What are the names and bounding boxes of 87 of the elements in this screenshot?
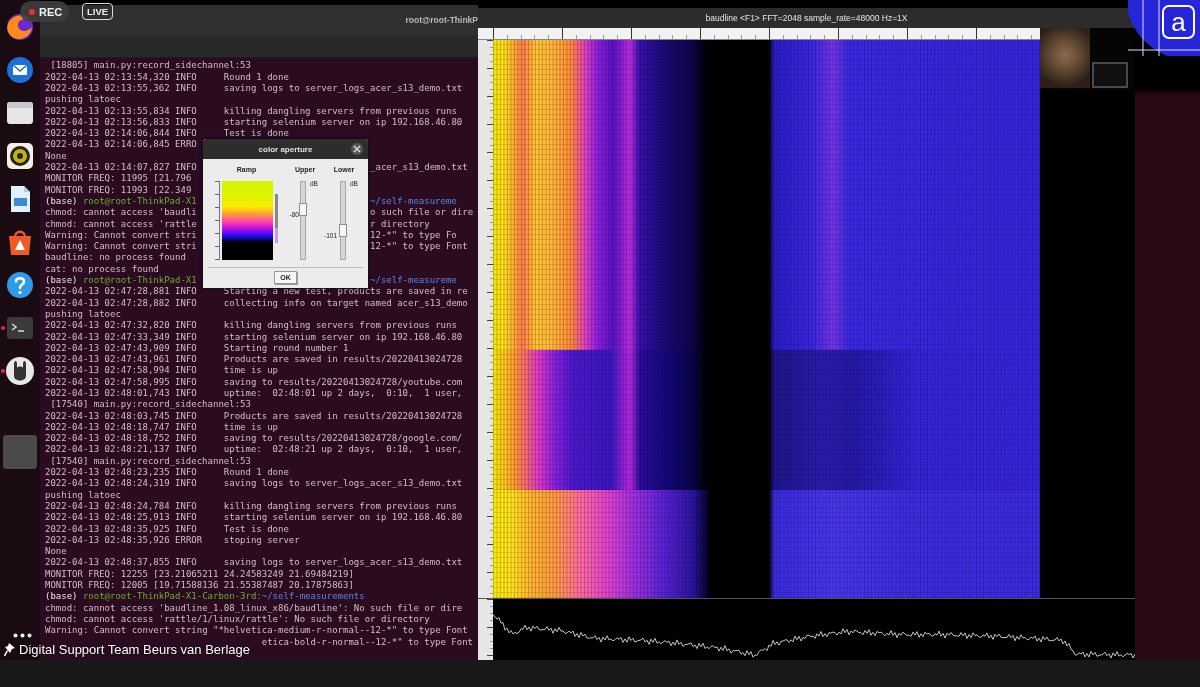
close-button[interactable] <box>351 143 363 155</box>
level-ruler <box>478 599 493 660</box>
terminal-line: 2022-04-13 02:14:06,845 ERRO <box>45 139 197 151</box>
logo: a <box>1128 0 1200 56</box>
terminal-line: 2022-04-13 02:48:37,855 INFO saving logs to server_logs_acer_s13_demo.txt <box>45 557 463 569</box>
more-icon[interactable] <box>13 633 32 638</box>
terminal-line: 2022-04-13 02:48:35,925 INFO Test is done <box>45 523 289 535</box>
terminal-line: 2022-04-13 02:14:07,827 INFO <box>45 162 197 174</box>
terminal-line: 2022-04-13 02:47:28,882 INFO collecting info on target named acer_s13_demo <box>45 297 468 309</box>
speaker-icon[interactable] <box>5 141 35 171</box>
emblem-icon[interactable] <box>5 356 35 386</box>
terminal-line: 2022-04-13 02:47:28,881 INFO Starting a new test, products are saved in re <box>45 286 468 298</box>
prompt-path: ~/self-measureme <box>370 195 457 208</box>
terminal-line: pushing latoec <box>45 94 121 106</box>
range-bar <box>275 194 278 243</box>
slider-track[interactable] <box>340 181 346 260</box>
terminal-line: 2022-04-13 02:13:56,833 INFO starting selenium server on ip 192.168.46.80 <box>45 116 463 129</box>
terminal-line: 2022-04-13 02:47:58,995 INFO saving to results/20220413024728/youtube.com <box>45 376 463 388</box>
terminal-line: 2022-04-13 02:48:25,913 INFO starting selenium server on ip 192.168.46.80 <box>45 512 463 524</box>
terminal-line: chmod: cannot access 'baudli <box>45 207 197 219</box>
terminal-line: 2022-04-13 02:48:18,752 INFO saving to results/20220413024728/google.com/ <box>45 433 463 445</box>
prompt-path: ~/self-measurements <box>261 591 365 603</box>
terminal-line: Warning: Cannot convert string "*helvetica-medium-r-normal--12-*" to type Font <box>45 625 468 637</box>
terminal-line: 2022-04-13 02:48:03,745 INFO Products are saved in results/20220413024728 <box>45 410 463 422</box>
terminal-line: 2022-04-13 02:47:43,961 INFO Products are saved in results/20220413024728 <box>45 354 463 366</box>
envelope-icon[interactable] <box>5 55 35 85</box>
terminal-line: pushing latoec <box>45 308 121 321</box>
photo-placeholder <box>1040 28 1090 88</box>
terminal-line: Warning: Cannot convert stri <box>45 229 197 242</box>
rec-label: REC <box>39 5 63 18</box>
terminal-line: chmod: cannot access 'baudline_1.08_linux_x86/baudline': No such file or dire <box>45 602 463 614</box>
slider-thumb[interactable] <box>339 224 347 237</box>
prompt-path: ~/self-measureme <box>370 275 457 287</box>
terminal-line: 2022-04-13 02:14:06,844 INFO Test is done <box>45 128 289 140</box>
window-title: root@root-ThinkP <box>405 15 478 25</box>
terminal-line: chmod: cannot access 'rattle <box>45 218 197 230</box>
terminal-line: 2022-04-13 02:47:33,349 INFO starting selenium server on ip 192.168.46.80 <box>45 331 463 343</box>
terminal-line: _acer_s13_demo.txt <box>370 162 468 174</box>
terminal-line: None <box>45 546 67 558</box>
pin-icon <box>4 642 17 657</box>
terminal-line: [17540] main.py:record_sidechannel:53 <box>50 455 251 468</box>
record-dot-icon <box>29 8 35 15</box>
terminal-line: 2022-04-13 02:48:01,743 INFO uptime: 02:48:01 up 2 days, 0:10, 1 user, <box>45 388 463 400</box>
terminal-line: 2022-04-13 02:13:55,362 INFO saving logs to server_logs_acer_s13_demo.txt <box>45 83 463 95</box>
terminal-line: None <box>45 150 67 163</box>
prompt-host: root@root-ThinkPad-X1 <box>82 275 197 287</box>
prompt-env: (base) <box>45 591 78 603</box>
blank-tile-icon[interactable] <box>3 435 37 469</box>
dialog-title: color aperture <box>258 144 313 154</box>
terminal-line: 2022-04-13 02:48:35,926 ERROR stoping server <box>45 534 300 547</box>
terminal-line: 2022-04-13 02:13:55,834 INFO killing dangling servers from previous runs <box>45 105 457 117</box>
participant-name: Digital Support Team Beurs van Berlage <box>19 642 250 657</box>
terminal-line: 12-*" to type Fo <box>370 229 457 242</box>
terminal-line: MONITOR FREQ: 12255 [23.21065211 24.24583249 21.69484219] <box>45 568 354 581</box>
terminal-line: 2022-04-13 02:47:32,820 INFO killing dangling servers from previous runs <box>45 320 457 332</box>
terminal-line: 2022-04-13 02:47:58,994 INFO time is up <box>45 365 278 377</box>
terminal-line: r directory <box>370 218 430 230</box>
terminal-line: pushing latoec <box>45 489 121 501</box>
terminal-line: MONITOR FREQ: 11993 [22.349 <box>45 184 192 196</box>
terminal-line: 2022-04-13 02:48:23,235 INFO Round 1 done <box>45 467 289 479</box>
prompt-host: root@root-ThinkPad-X1 <box>82 195 197 208</box>
slider-track[interactable] <box>300 181 306 260</box>
help-icon[interactable] <box>5 270 35 300</box>
terminal-line: 2022-04-13 02:48:21,137 INFO uptime: 02:48:21 up 2 days, 0:10, 1 user, <box>45 444 463 456</box>
terminal-line: o such file or dire <box>370 207 474 219</box>
terminal-line: baudline: no process found <box>45 252 186 264</box>
terminal-line: 2022-04-13 02:48:24,319 INFO saving logs to server_logs_acer_s13_demo.txt <box>45 478 463 490</box>
slider-thumb[interactable] <box>299 203 307 216</box>
terminal-line: chmod: cannot access 'rattle/1/linux/rattle': No such file or directory <box>45 613 430 626</box>
terminal-line: MONITOR FREQ: 11995 [21.796 <box>45 173 192 185</box>
terminal-line: cat: no process found <box>45 263 159 276</box>
terminal-line: etica-bold-r-normal--12-*" to type Font <box>261 636 474 648</box>
prompt-env: (base) <box>45 195 78 208</box>
terminal-line: Warning: Cannot convert stri <box>45 241 197 253</box>
prompt-host: root@root-ThinkPad-X1-Carbon-3rd: <box>82 591 262 603</box>
terminal-line: [18805] main.py:record_sidechannel:53 <box>50 60 251 72</box>
terminal-line: 2022-04-13 02:48:18,747 INFO time is up <box>45 421 278 434</box>
terminal-line: 2022-04-13 02:13:54,320 INFO Round 1 done <box>45 71 289 83</box>
live-badge: LIVE <box>82 3 114 20</box>
terminal-line: MONITOR FREQ: 12005 [19.71588136 21.55387487 20.17875863] <box>45 580 354 592</box>
terminal-line: [17540] main.py:record_sidechannel:53 <box>50 399 251 411</box>
terminal-line: 2022-04-13 02:48:24,784 INFO killing dangling servers from previous runs <box>45 500 457 513</box>
close-icon <box>353 145 361 153</box>
terminal-line: 12-*" to type Font <box>370 241 468 253</box>
prompt-env: (base) <box>45 275 78 287</box>
terminal-line: 2022-04-13 02:47:43,909 INFO Starting round number 1 <box>45 342 349 355</box>
window-title: baudline <F1> FFT=2048 sample_rate=48000 Hz=1X <box>705 13 908 23</box>
